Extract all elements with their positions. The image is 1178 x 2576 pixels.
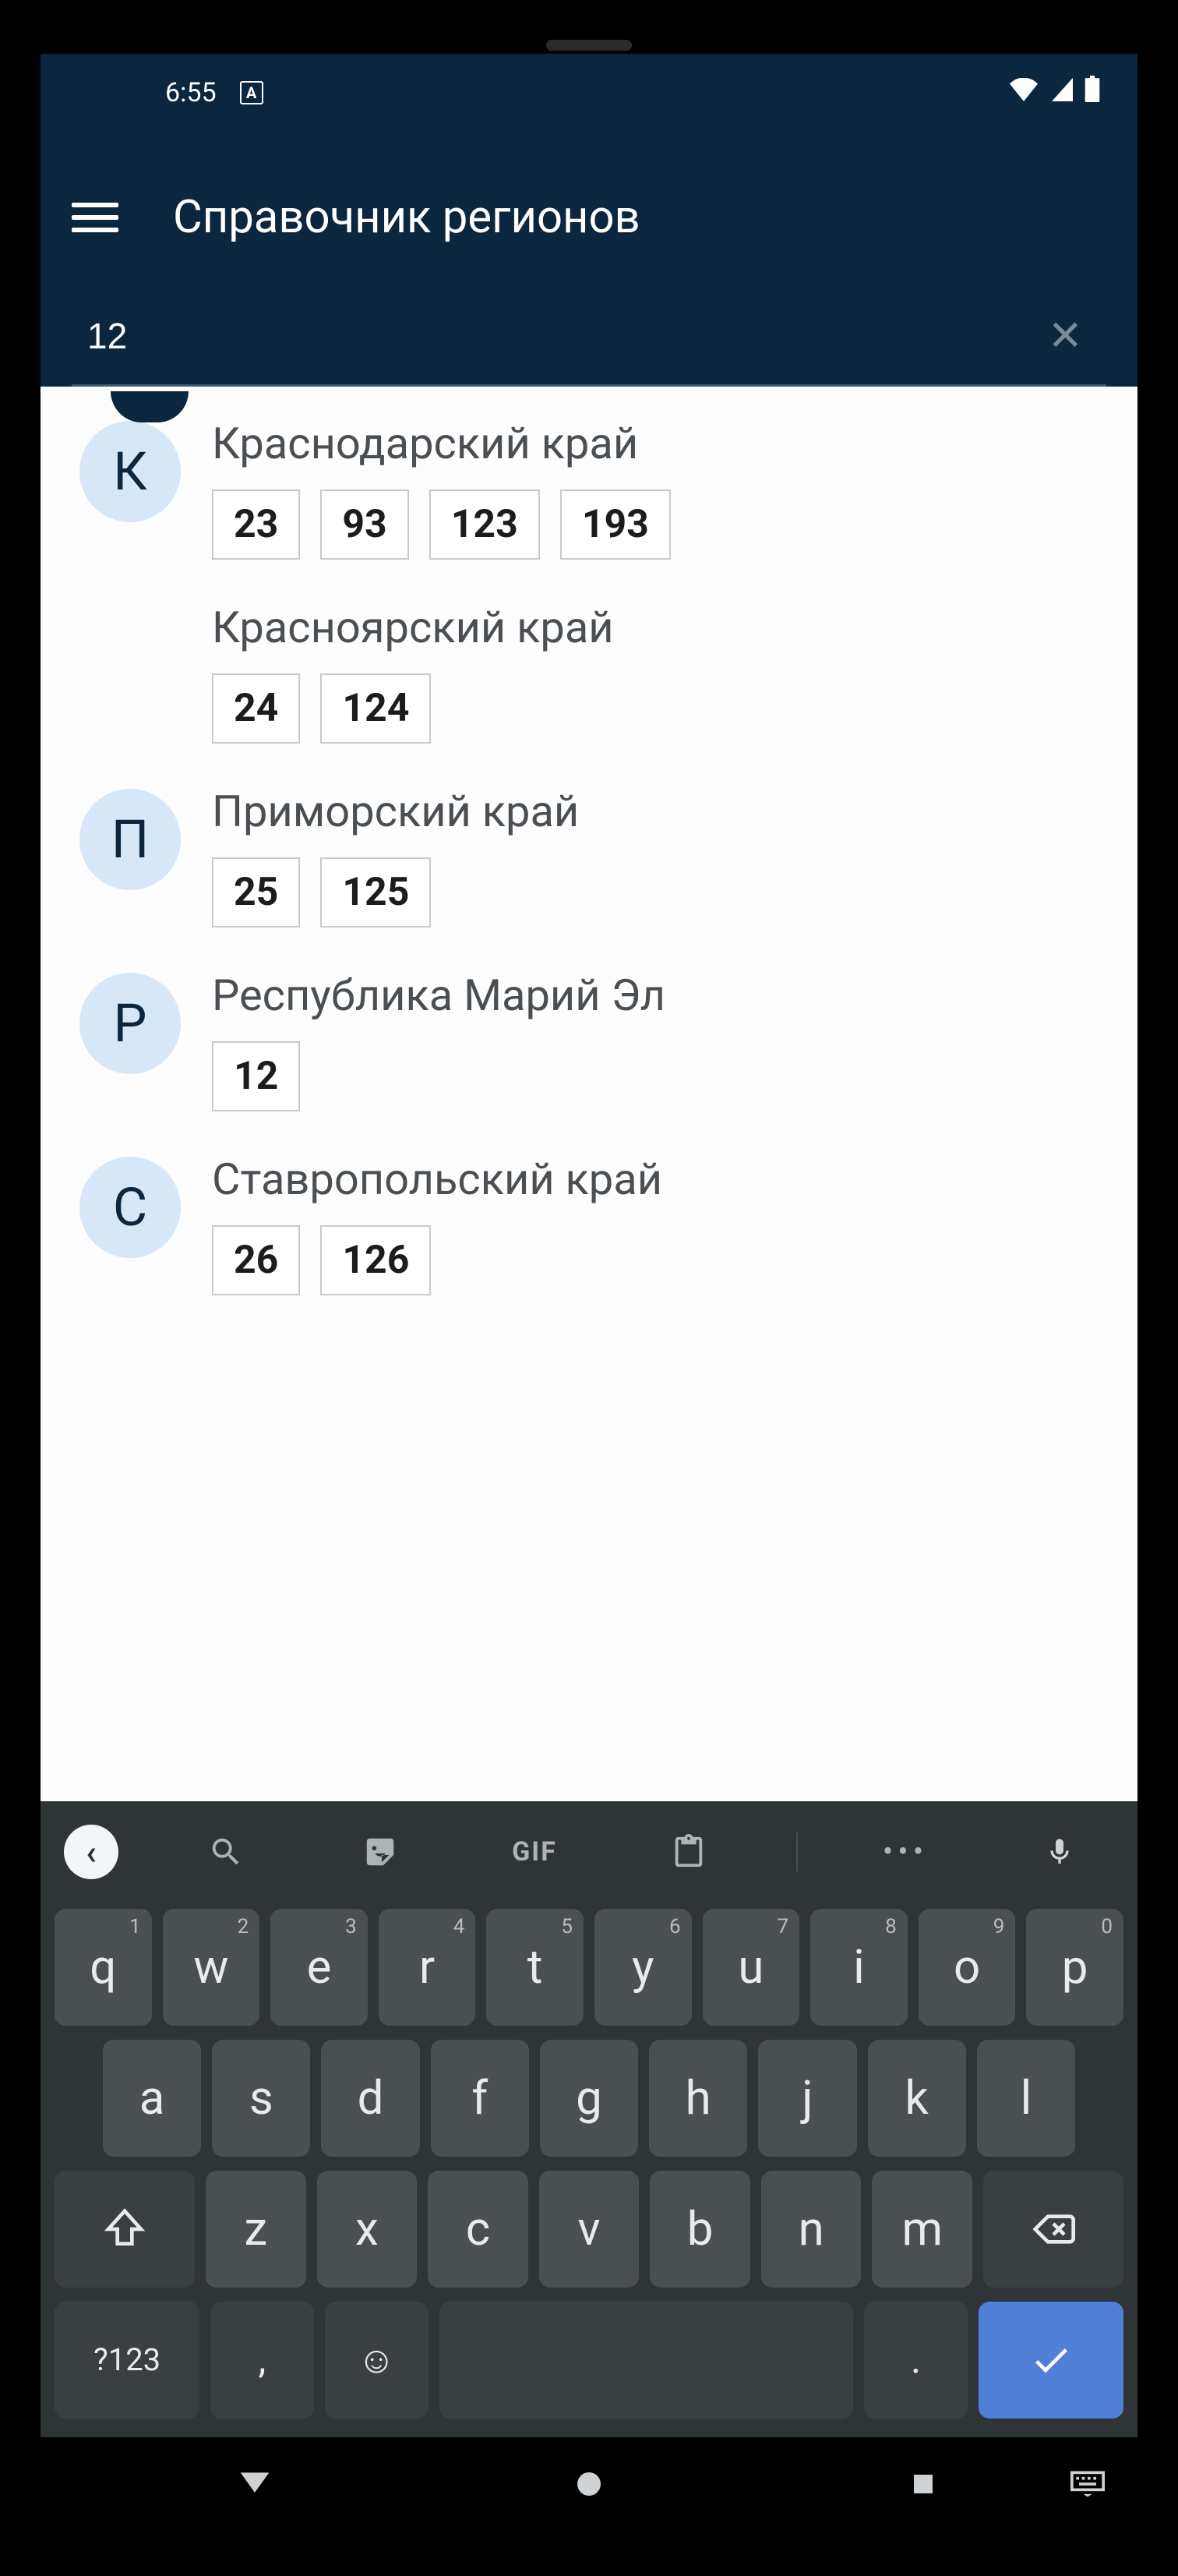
region-name: Приморский край — [212, 786, 1106, 837]
key-g[interactable]: g — [540, 2040, 638, 2157]
region-code: 124 — [320, 673, 431, 744]
region-codes: 23 93 123 193 — [212, 489, 1106, 560]
search-field-row: ✕ — [72, 272, 1106, 387]
key-v[interactable]: v — [539, 2171, 640, 2288]
status-bar: 6:55 A — [41, 54, 1137, 132]
nav-recents-icon[interactable] — [900, 2461, 947, 2507]
nav-ime-switch-icon[interactable] — [1064, 2461, 1111, 2507]
kbd-row-1: q1 w2 e3 r4 t5 y6 u7 i8 o9 p0 — [48, 1909, 1130, 2026]
key-p[interactable]: p0 — [1026, 1909, 1123, 2026]
menu-icon[interactable] — [72, 203, 118, 232]
key-l[interactable]: l — [977, 2040, 1075, 2157]
page-title: Справочник регионов — [173, 191, 640, 244]
region-code: 193 — [560, 489, 671, 560]
key-a[interactable]: a — [103, 2040, 201, 2157]
kbd-clipboard-icon[interactable] — [642, 1825, 735, 1879]
region-name: Ставропольский край — [212, 1154, 1106, 1205]
key-comma[interactable]: , — [210, 2302, 314, 2419]
system-nav-bar — [41, 2437, 1137, 2531]
key-enter[interactable] — [979, 2302, 1123, 2419]
keyboard-toolbar: ‹ GIF ••• — [48, 1817, 1130, 1895]
cell-signal-icon — [1049, 77, 1074, 108]
kbd-sticker-icon[interactable] — [333, 1825, 427, 1879]
key-r[interactable]: r4 — [379, 1909, 476, 2026]
region-code: 26 — [212, 1225, 300, 1295]
region-codes: 12 — [212, 1041, 1106, 1111]
app-bar: Справочник регионов ✕ — [41, 132, 1137, 387]
nav-home-icon[interactable] — [566, 2461, 612, 2507]
key-e[interactable]: e3 — [270, 1909, 368, 2026]
soft-keyboard: ‹ GIF ••• q1 w2 e3 — [41, 1801, 1137, 2437]
list-item[interactable]: П Приморский край 25 125 — [41, 762, 1137, 946]
key-x[interactable]: x — [317, 2171, 418, 2288]
region-code: 23 — [212, 489, 300, 560]
list-item[interactable]: К Краснодарский край 23 93 123 193 — [41, 394, 1137, 578]
key-symbols[interactable]: ?123 — [55, 2302, 199, 2419]
region-code: 12 — [212, 1041, 300, 1111]
region-codes: 24 124 — [212, 673, 1106, 744]
list-item[interactable]: Красноярский край 24 124 — [41, 578, 1137, 762]
kbd-back-icon[interactable]: ‹ — [64, 1825, 118, 1879]
region-codes: 25 125 — [212, 857, 1106, 928]
key-emoji[interactable]: ☺ — [325, 2302, 429, 2419]
region-code: 125 — [320, 857, 431, 928]
kbd-row-4: ?123 , ☺ . — [48, 2302, 1130, 2419]
key-y[interactable]: y6 — [594, 1909, 692, 2026]
kbd-more-icon[interactable]: ••• — [859, 1825, 952, 1879]
key-u[interactable]: u7 — [703, 1909, 800, 2026]
region-code: 126 — [320, 1225, 431, 1295]
region-code: 24 — [212, 673, 300, 744]
key-backspace[interactable] — [983, 2171, 1123, 2288]
kbd-gif-icon[interactable]: GIF — [488, 1825, 581, 1879]
kbd-row-3: z x c v b n m — [48, 2171, 1130, 2288]
key-s[interactable]: s — [212, 2040, 310, 2157]
device-frame: 6:55 A Справочник регион — [12, 18, 1166, 2559]
kbd-search-icon[interactable] — [179, 1825, 273, 1879]
key-z[interactable]: z — [206, 2171, 306, 2288]
wifi-icon — [1010, 77, 1038, 108]
section-letter-r: Р — [79, 973, 181, 1074]
region-code: 123 — [429, 489, 540, 560]
region-name: Республика Марий Эл — [212, 970, 1106, 1021]
kbd-mic-icon[interactable] — [1013, 1825, 1106, 1879]
key-i[interactable]: i8 — [810, 1909, 908, 2026]
battery-icon — [1085, 76, 1100, 109]
key-q[interactable]: q1 — [55, 1909, 152, 2026]
kbd-row-2: a s d f g h j k l — [48, 2040, 1130, 2157]
key-n[interactable]: n — [761, 2171, 862, 2288]
list-item[interactable]: Р Республика Марий Эл 12 — [41, 946, 1137, 1130]
key-c[interactable]: c — [428, 2171, 528, 2288]
region-code: 93 — [320, 489, 408, 560]
key-k[interactable]: k — [868, 2040, 966, 2157]
key-shift[interactable] — [55, 2171, 195, 2288]
nav-back-icon[interactable] — [231, 2461, 278, 2507]
key-f[interactable]: f — [431, 2040, 529, 2157]
region-name: Краснодарский край — [212, 418, 1106, 469]
kbd-separator — [796, 1832, 798, 1871]
screen: 6:55 A Справочник регион — [41, 54, 1137, 2531]
section-letter-k: К — [79, 421, 181, 522]
ime-indicator-icon: A — [240, 81, 263, 104]
speaker-grille — [546, 40, 632, 51]
section-letter-p: П — [79, 789, 181, 890]
key-d[interactable]: d — [321, 2040, 419, 2157]
key-space[interactable] — [439, 2302, 853, 2419]
section-letter-s: С — [79, 1157, 181, 1258]
key-j[interactable]: j — [758, 2040, 856, 2157]
clock: 6:55 — [165, 77, 217, 108]
clear-icon[interactable]: ✕ — [1040, 311, 1091, 361]
key-period[interactable]: . — [864, 2302, 968, 2419]
search-input[interactable] — [87, 315, 1040, 357]
key-w[interactable]: w2 — [163, 1909, 260, 2026]
list-item[interactable]: С Ставропольский край 26 126 — [41, 1130, 1137, 1314]
key-t[interactable]: t5 — [486, 1909, 584, 2026]
region-list[interactable]: К Краснодарский край 23 93 123 193 — [41, 387, 1137, 1801]
region-name: Красноярский край — [212, 602, 1106, 653]
key-b[interactable]: b — [650, 2171, 750, 2288]
region-code: 25 — [212, 857, 300, 928]
key-h[interactable]: h — [649, 2040, 747, 2157]
key-o[interactable]: o9 — [919, 1909, 1016, 2026]
region-codes: 26 126 — [212, 1225, 1106, 1295]
key-m[interactable]: m — [872, 2171, 972, 2288]
